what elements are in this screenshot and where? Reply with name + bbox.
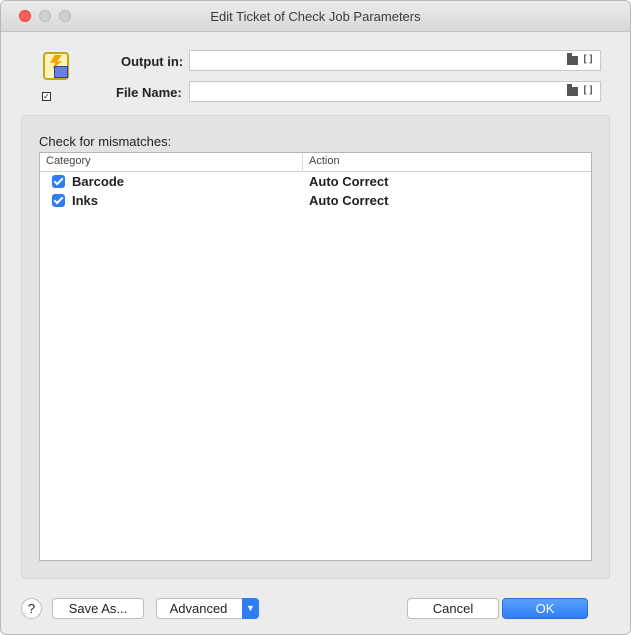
folder-icon[interactable]	[566, 53, 578, 65]
help-button[interactable]: ?	[21, 598, 42, 619]
document-icon	[54, 66, 68, 78]
mismatch-table: Category Action Barcode Auto Correct Ink…	[39, 152, 592, 561]
window-title: Edit Ticket of Check Job Parameters	[210, 9, 421, 24]
dialog-content: ✓ Output in: [] File Name: [] Check for …	[21, 32, 610, 634]
category-label: Barcode	[72, 174, 125, 189]
table-row[interactable]: Barcode Auto Correct	[40, 172, 591, 191]
advanced-button[interactable]: Advanced ▼	[156, 598, 259, 619]
output-in-field[interactable]: []	[189, 50, 601, 71]
file-name-field[interactable]: []	[189, 81, 601, 102]
column-header-action[interactable]: Action	[303, 153, 346, 171]
variables-icon[interactable]: []	[582, 54, 594, 65]
category-cell: Barcode	[40, 174, 303, 189]
variables-icon[interactable]: []	[582, 85, 594, 96]
output-in-icons: []	[566, 53, 594, 65]
title-bar[interactable]: Edit Ticket of Check Job Parameters	[1, 1, 630, 32]
column-header-category[interactable]: Category	[40, 153, 303, 171]
barcode-checkbox[interactable]	[52, 175, 65, 188]
category-cell: Inks	[40, 193, 303, 208]
table-header: Category Action	[40, 153, 591, 172]
mismatch-group: Check for mismatches: Category Action Ba…	[21, 115, 610, 579]
chevron-down-icon[interactable]: ▼	[242, 598, 259, 619]
action-cell[interactable]: Auto Correct	[303, 193, 388, 208]
table-row[interactable]: Inks Auto Correct	[40, 191, 591, 210]
action-cell[interactable]: Auto Correct	[303, 174, 388, 189]
save-as-button[interactable]: Save As...	[52, 598, 144, 619]
category-label: Inks	[72, 193, 99, 208]
ok-button[interactable]: OK	[502, 598, 588, 619]
advanced-label: Advanced	[169, 601, 228, 616]
folder-icon[interactable]	[566, 84, 578, 96]
ticket-enable-checkbox[interactable]: ✓	[42, 92, 51, 101]
file-name-icons: []	[566, 84, 594, 96]
dialog-window: Edit Ticket of Check Job Parameters ✓ Ou…	[0, 0, 631, 635]
dialog-footer: ? Save As... Advanced ▼ Cancel OK	[21, 598, 610, 622]
ticket-icon[interactable]	[43, 52, 69, 80]
group-label: Check for mismatches:	[39, 134, 172, 149]
cancel-button[interactable]: Cancel	[407, 598, 499, 619]
inks-checkbox[interactable]	[52, 194, 65, 207]
